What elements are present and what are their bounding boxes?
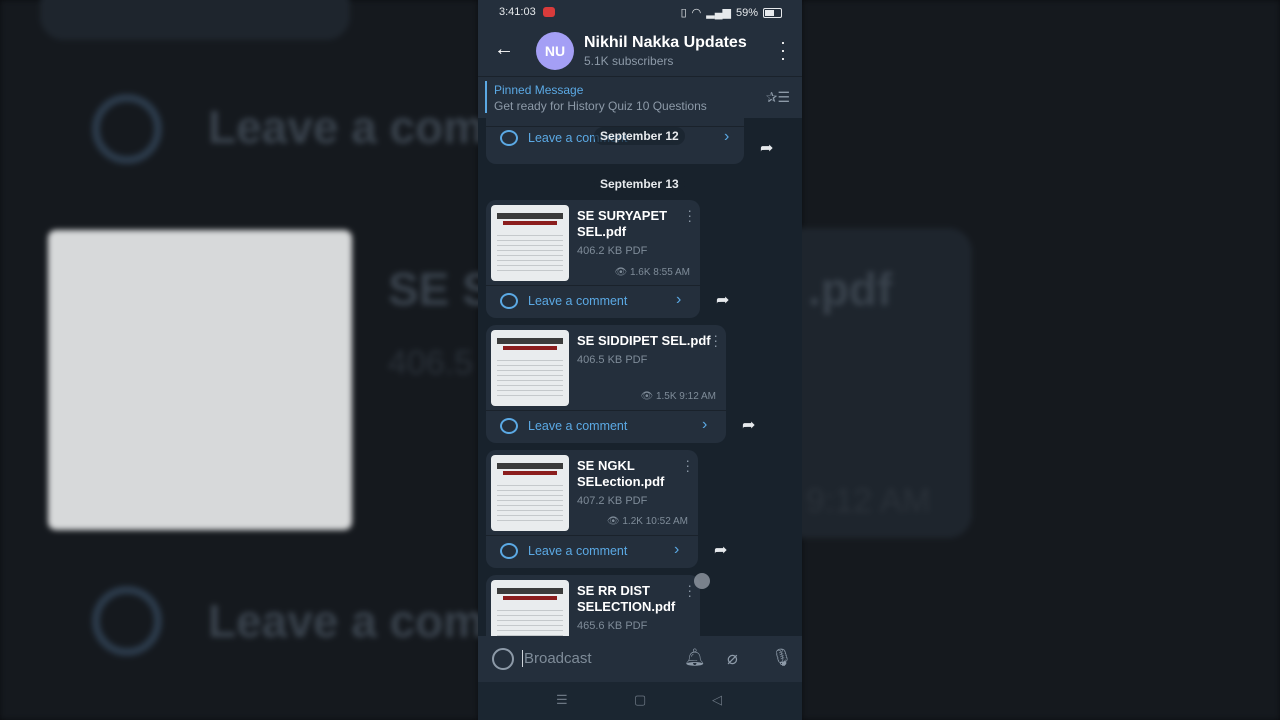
pinned-title: Pinned Message <box>494 83 584 97</box>
pdf-thumbnail[interactable] <box>491 455 569 531</box>
comment-icon <box>500 130 518 146</box>
share-icon[interactable]: ➦ <box>742 415 755 435</box>
pinned-indicator <box>485 81 487 113</box>
file-size: 407.2 KB PDF <box>577 495 648 507</box>
message-bubble[interactable]: SE RR DIST SELECTION.pdf 465.6 KB PDF · · · <box>486 575 700 636</box>
chat-header: ← NU Nikhil Nakka Updates 5.1K subscribe… <box>478 24 802 76</box>
eye-icon: 👁 <box>640 391 654 402</box>
leave-comment-link[interactable]: Leave a comment <box>528 544 627 558</box>
avatar[interactable]: NU <box>536 32 574 70</box>
paperclip-icon[interactable]: ⌀ <box>727 648 738 669</box>
subscriber-count: 5.1K subscribers <box>584 54 674 68</box>
broadcast-input[interactable]: Broadcast <box>522 650 592 667</box>
file-size: 406.2 KB PDF <box>577 245 648 257</box>
input-bar: Broadcast 🔔︎ ⌀ 🎙︎ <box>478 636 802 682</box>
pinned-text: Get ready for History Quiz 10 Questions <box>494 99 707 113</box>
date-divider: September 13 <box>594 175 685 193</box>
message-time: 8:55 AM <box>653 267 690 278</box>
comment-icon <box>500 543 518 559</box>
bell-icon[interactable]: 🔔︎ <box>684 648 706 668</box>
backdrop-left: Leave a comm SE S 406.5 Leave a comm <box>0 0 525 720</box>
chevron-right-icon[interactable]: › <box>724 128 729 146</box>
view-count: 1.6K <box>629 267 651 278</box>
share-icon[interactable]: ➦ <box>760 138 773 158</box>
signal-icon: ▂▄▆ <box>706 7 731 19</box>
home-icon[interactable]: ▢ <box>634 692 646 708</box>
date-divider: September 12 <box>594 127 685 145</box>
share-icon[interactable]: ➦ <box>716 290 729 310</box>
message-time: 10:52 AM <box>645 516 688 527</box>
microphone-icon[interactable]: 🎙︎ <box>771 648 793 668</box>
file-name[interactable]: SE NGKL SELection.pdf <box>577 458 664 490</box>
backdrop-right: .pdf 9:12 AM <box>762 0 1280 720</box>
touch-indicator <box>694 573 710 589</box>
leave-comment-link[interactable]: Leave a comment <box>528 419 627 433</box>
pdf-thumbnail[interactable] <box>491 205 569 281</box>
system-nav-bar: ☰ ▢ ◁ <box>478 682 802 720</box>
kebab-menu-icon[interactable]: · · · <box>713 328 718 352</box>
kebab-menu-icon[interactable]: · · · <box>687 203 692 227</box>
message-meta: 👁 1.6K 8:55 AM <box>614 267 690 278</box>
message-bubble[interactable]: SE SURYAPET SEL.pdf 406.2 KB PDF · · · 👁 1.… <box>486 200 700 318</box>
kebab-menu-icon[interactable]: · · · <box>687 578 692 602</box>
backdrop-comment-icon-2 <box>92 586 162 656</box>
battery-icon <box>763 7 782 18</box>
battery-percent: 59% <box>735 6 758 19</box>
file-name[interactable]: SE SURYAPET SEL.pdf <box>577 208 667 240</box>
message-meta: 👁 1.5K 9:12 AM <box>640 391 716 402</box>
file-size: 465.6 KB PDF <box>577 620 648 632</box>
chevron-right-icon[interactable]: › <box>676 291 681 309</box>
backdrop-thumbnail <box>48 230 352 530</box>
emoji-icon[interactable] <box>492 648 514 670</box>
channel-name[interactable]: Nikhil Nakka Updates <box>584 34 747 52</box>
status-bar: 3:41:03 ▯ ◠ ▂▄▆ 59% <box>478 0 802 24</box>
pdf-thumbnail[interactable] <box>491 580 569 636</box>
view-count: 1.2K <box>622 516 643 527</box>
backdrop-time: 9:12 AM <box>806 482 931 520</box>
backdrop-comment-icon <box>92 94 162 164</box>
status-time: 3:41:03 <box>499 6 536 18</box>
share-icon[interactable]: ➦ <box>714 540 727 560</box>
kebab-menu-icon[interactable]: · · · <box>685 453 690 477</box>
file-name[interactable]: SE RR DIST SELECTION.pdf <box>577 583 675 615</box>
screen-record-icon <box>543 7 555 17</box>
chevron-right-icon[interactable]: › <box>674 541 679 559</box>
eye-icon: 👁 <box>614 267 628 278</box>
status-icons: ▯ ◠ ▂▄▆ 59% <box>681 6 782 19</box>
message-meta: 👁 1.2K 10:52 AM <box>607 516 688 527</box>
pinned-message-bar[interactable]: Pinned Message Get ready for History Qui… <box>478 76 802 119</box>
backdrop-file-title-end: .pdf <box>808 263 893 315</box>
view-count: 1.5K <box>655 391 677 402</box>
eye-icon: 👁 <box>606 516 620 527</box>
pin-list-icon[interactable]: ✰☰ <box>766 89 790 106</box>
message-bubble[interactable]: SE SIDDIPET SEL.pdf 406.5 KB PDF · · · 👁 1… <box>486 325 726 443</box>
back-nav-icon[interactable]: ◁ <box>712 692 722 708</box>
phone-screen: 3:41:03 ▯ ◠ ▂▄▆ 59% ← NU Nikhil Nakka Up… <box>478 0 802 720</box>
back-arrow-icon[interactable]: ← <box>494 38 514 61</box>
message-time: 9:12 AM <box>679 391 716 402</box>
file-name[interactable]: SE SIDDIPET SEL.pdf <box>577 333 711 349</box>
backdrop-card <box>40 0 350 40</box>
comment-icon <box>500 293 518 309</box>
backdrop-file-size: 406.5 <box>388 344 474 382</box>
kebab-menu-icon[interactable]: · · · <box>780 33 786 67</box>
leave-comment-link[interactable]: Leave a comment <box>528 294 627 308</box>
comment-icon <box>500 418 518 434</box>
wifi-icon: ◠ <box>691 7 702 19</box>
pdf-thumbnail[interactable] <box>491 330 569 406</box>
recents-icon[interactable]: ☰ <box>556 692 568 708</box>
message-list[interactable]: Leave a comment › ➦ September 12 Septemb… <box>478 118 802 636</box>
message-bubble[interactable]: SE NGKL SELection.pdf 407.2 KB PDF · · · 👁 … <box>486 450 698 568</box>
chevron-right-icon[interactable]: › <box>702 416 707 434</box>
vibrate-icon: ▯ <box>680 7 687 19</box>
file-size: 406.5 KB PDF <box>577 354 648 366</box>
